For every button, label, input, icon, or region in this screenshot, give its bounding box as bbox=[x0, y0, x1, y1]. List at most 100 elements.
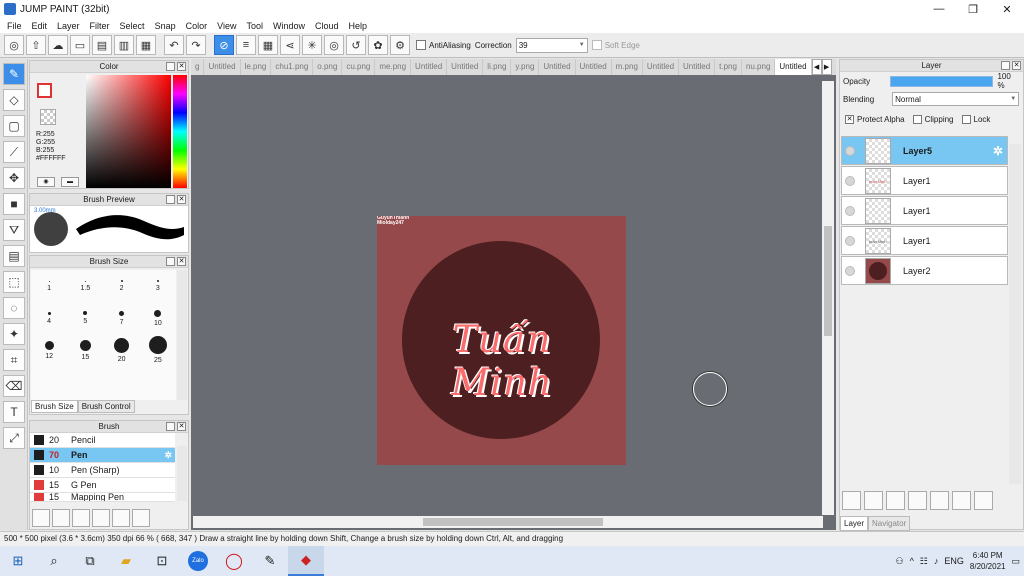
brush-size-option[interactable]: 15 bbox=[67, 334, 103, 366]
float-panel-icon[interactable] bbox=[166, 195, 175, 204]
new-brush-icon[interactable] bbox=[52, 509, 70, 527]
zalo-icon[interactable]: Zalo bbox=[180, 546, 216, 576]
brush-item-g-pen[interactable]: 15 G Pen bbox=[30, 478, 175, 493]
file-explorer-icon[interactable]: ▰ bbox=[108, 546, 144, 576]
layer-item-layer1[interactable]: tuấn Minh Layer1 bbox=[841, 166, 1008, 195]
brush-copy-icon[interactable] bbox=[92, 509, 110, 527]
operation-tool-icon[interactable]: ⤢ bbox=[3, 427, 25, 449]
visibility-toggle[interactable] bbox=[845, 235, 855, 246]
delete-brush-icon[interactable] bbox=[132, 509, 150, 527]
copy-layer-icon[interactable] bbox=[952, 491, 971, 510]
brush-size-option[interactable]: 7 bbox=[104, 302, 140, 334]
canvas-horizontal-scrollbar[interactable] bbox=[193, 516, 823, 528]
select-tool-icon[interactable]: ⬚ bbox=[3, 271, 25, 293]
tray-chevron-icon[interactable]: ^ bbox=[910, 556, 914, 566]
menu-help[interactable]: Help bbox=[344, 21, 373, 31]
file-tab[interactable]: Untitled bbox=[539, 59, 576, 75]
float-panel-icon[interactable] bbox=[166, 62, 175, 71]
visibility-toggle[interactable] bbox=[845, 175, 855, 186]
float-panel-icon[interactable] bbox=[166, 422, 175, 431]
snap-off-icon[interactable]: ⊘ bbox=[214, 35, 234, 55]
maximize-button[interactable]: ❐ bbox=[956, 0, 990, 18]
menu-tool[interactable]: Tool bbox=[241, 21, 268, 31]
protect-alpha-checkbox[interactable]: ✕ bbox=[845, 114, 854, 124]
layer-menu-icon[interactable] bbox=[908, 491, 927, 510]
close-panel-icon[interactable]: ✕ bbox=[177, 62, 186, 71]
lock-checkbox[interactable] bbox=[961, 114, 971, 124]
file-tab[interactable]: o.png bbox=[313, 59, 343, 75]
brush-size-option[interactable]: 25 bbox=[140, 334, 176, 366]
close-panel-icon[interactable]: ✕ bbox=[1012, 61, 1021, 70]
share-icon[interactable]: ⇧ bbox=[26, 35, 46, 55]
brush-item-pen-sharp[interactable]: 10 Pen (Sharp) bbox=[30, 463, 175, 478]
file-tab[interactable]: Untitled bbox=[679, 59, 716, 75]
page-icon[interactable]: ▥ bbox=[114, 35, 134, 55]
close-button[interactable]: ✕ bbox=[990, 0, 1024, 18]
undo-icon[interactable]: ↶ bbox=[164, 35, 184, 55]
tab-layer[interactable]: Layer bbox=[840, 516, 869, 531]
blending-select[interactable]: Normal ▼ bbox=[892, 92, 1020, 106]
snap-radial-icon[interactable]: ✳ bbox=[302, 35, 322, 55]
menu-filter[interactable]: Filter bbox=[85, 21, 115, 31]
snap-curve-icon[interactable]: ↺ bbox=[346, 35, 366, 55]
file-tab[interactable]: nu.png bbox=[742, 59, 776, 75]
opera-icon[interactable]: ◯ bbox=[216, 546, 252, 576]
select-eraser-icon[interactable]: ⌫ bbox=[3, 375, 25, 397]
new-folder-icon[interactable] bbox=[930, 491, 949, 510]
jump-paint-taskbar-icon[interactable]: ◆ bbox=[288, 546, 324, 576]
float-panel-icon[interactable] bbox=[1001, 61, 1010, 70]
lasso-tool-icon[interactable]: ◌ bbox=[3, 297, 25, 319]
brush-size-option[interactable]: 2 bbox=[104, 270, 140, 302]
menu-view[interactable]: View bbox=[212, 21, 241, 31]
new-canvas-icon[interactable]: ◎ bbox=[4, 35, 24, 55]
artwork-canvas[interactable]: GuyuhThiann Miolday247 Tuấn Minh bbox=[377, 216, 626, 465]
layer-item-layer5[interactable]: Layer5 ✲ bbox=[841, 136, 1008, 165]
close-panel-icon[interactable]: ✕ bbox=[177, 422, 186, 431]
visibility-toggle[interactable] bbox=[845, 145, 855, 156]
move-tool-icon[interactable]: ✥ bbox=[3, 167, 25, 189]
menu-file[interactable]: File bbox=[2, 21, 27, 31]
file-tab[interactable]: li.png bbox=[483, 59, 512, 75]
file-tab[interactable]: Untitled bbox=[447, 59, 484, 75]
paint-app-icon[interactable]: ✎ bbox=[252, 546, 288, 576]
file-tab[interactable]: Untitled bbox=[643, 59, 680, 75]
document-icon[interactable]: ▤ bbox=[92, 35, 112, 55]
brush-size-option[interactable]: 12 bbox=[31, 334, 67, 366]
layer-item-layer1[interactable]: tuấn Minh Layer1 bbox=[841, 226, 1008, 255]
clock[interactable]: 6:40 PM 8/20/2021 bbox=[970, 550, 1006, 572]
foreground-color-swatch[interactable] bbox=[37, 83, 52, 98]
snap-gear-icon[interactable]: ⚙ bbox=[390, 35, 410, 55]
brush-folder-icon[interactable] bbox=[112, 509, 130, 527]
store-icon[interactable]: ⊡ bbox=[144, 546, 180, 576]
search-icon[interactable]: ⌕ bbox=[36, 546, 72, 576]
scroll-thumb[interactable] bbox=[423, 518, 603, 526]
new-halftone-layer-icon[interactable] bbox=[864, 491, 883, 510]
snap-settings-icon[interactable]: ✿ bbox=[368, 35, 388, 55]
file-tab[interactable]: me.png bbox=[375, 59, 412, 75]
antialiasing-checkbox[interactable] bbox=[416, 40, 426, 50]
chat-icon[interactable]: ▭ bbox=[70, 35, 90, 55]
brush-size-option[interactable]: 10 bbox=[140, 302, 176, 334]
scroll-thumb[interactable] bbox=[824, 226, 832, 336]
blur-tool-icon[interactable]: ⟋ bbox=[3, 141, 25, 163]
brush-tool-icon[interactable]: ✎ bbox=[3, 63, 25, 85]
brush-list-scrollbar[interactable] bbox=[177, 446, 187, 501]
layer-list-scrollbar[interactable] bbox=[1009, 144, 1021, 484]
delete-layer-icon[interactable] bbox=[974, 491, 993, 510]
windows-start-icon[interactable]: ⊞ bbox=[0, 546, 36, 576]
task-view-icon[interactable]: ⧉ bbox=[72, 546, 108, 576]
file-tab[interactable]: y.png bbox=[511, 59, 540, 75]
volume-icon[interactable]: ♪ bbox=[934, 556, 939, 566]
menu-edit[interactable]: Edit bbox=[27, 21, 53, 31]
clipping-checkbox[interactable] bbox=[912, 114, 922, 124]
language-indicator[interactable]: ENG bbox=[944, 556, 964, 566]
gradient-tool-icon[interactable]: ▤ bbox=[3, 245, 25, 267]
notification-icon[interactable]: ▭ bbox=[1011, 556, 1020, 567]
brush-size-option[interactable]: 4 bbox=[31, 302, 67, 334]
menu-select[interactable]: Select bbox=[115, 21, 150, 31]
brush-item-mapping-pen[interactable]: 15 Mapping Pen bbox=[30, 493, 175, 502]
brush-item-pencil[interactable]: 20 Pencil bbox=[30, 433, 175, 448]
color-slider-button[interactable]: ▬ bbox=[61, 177, 79, 187]
redo-icon[interactable]: ↷ bbox=[186, 35, 206, 55]
menu-layer[interactable]: Layer bbox=[52, 21, 85, 31]
